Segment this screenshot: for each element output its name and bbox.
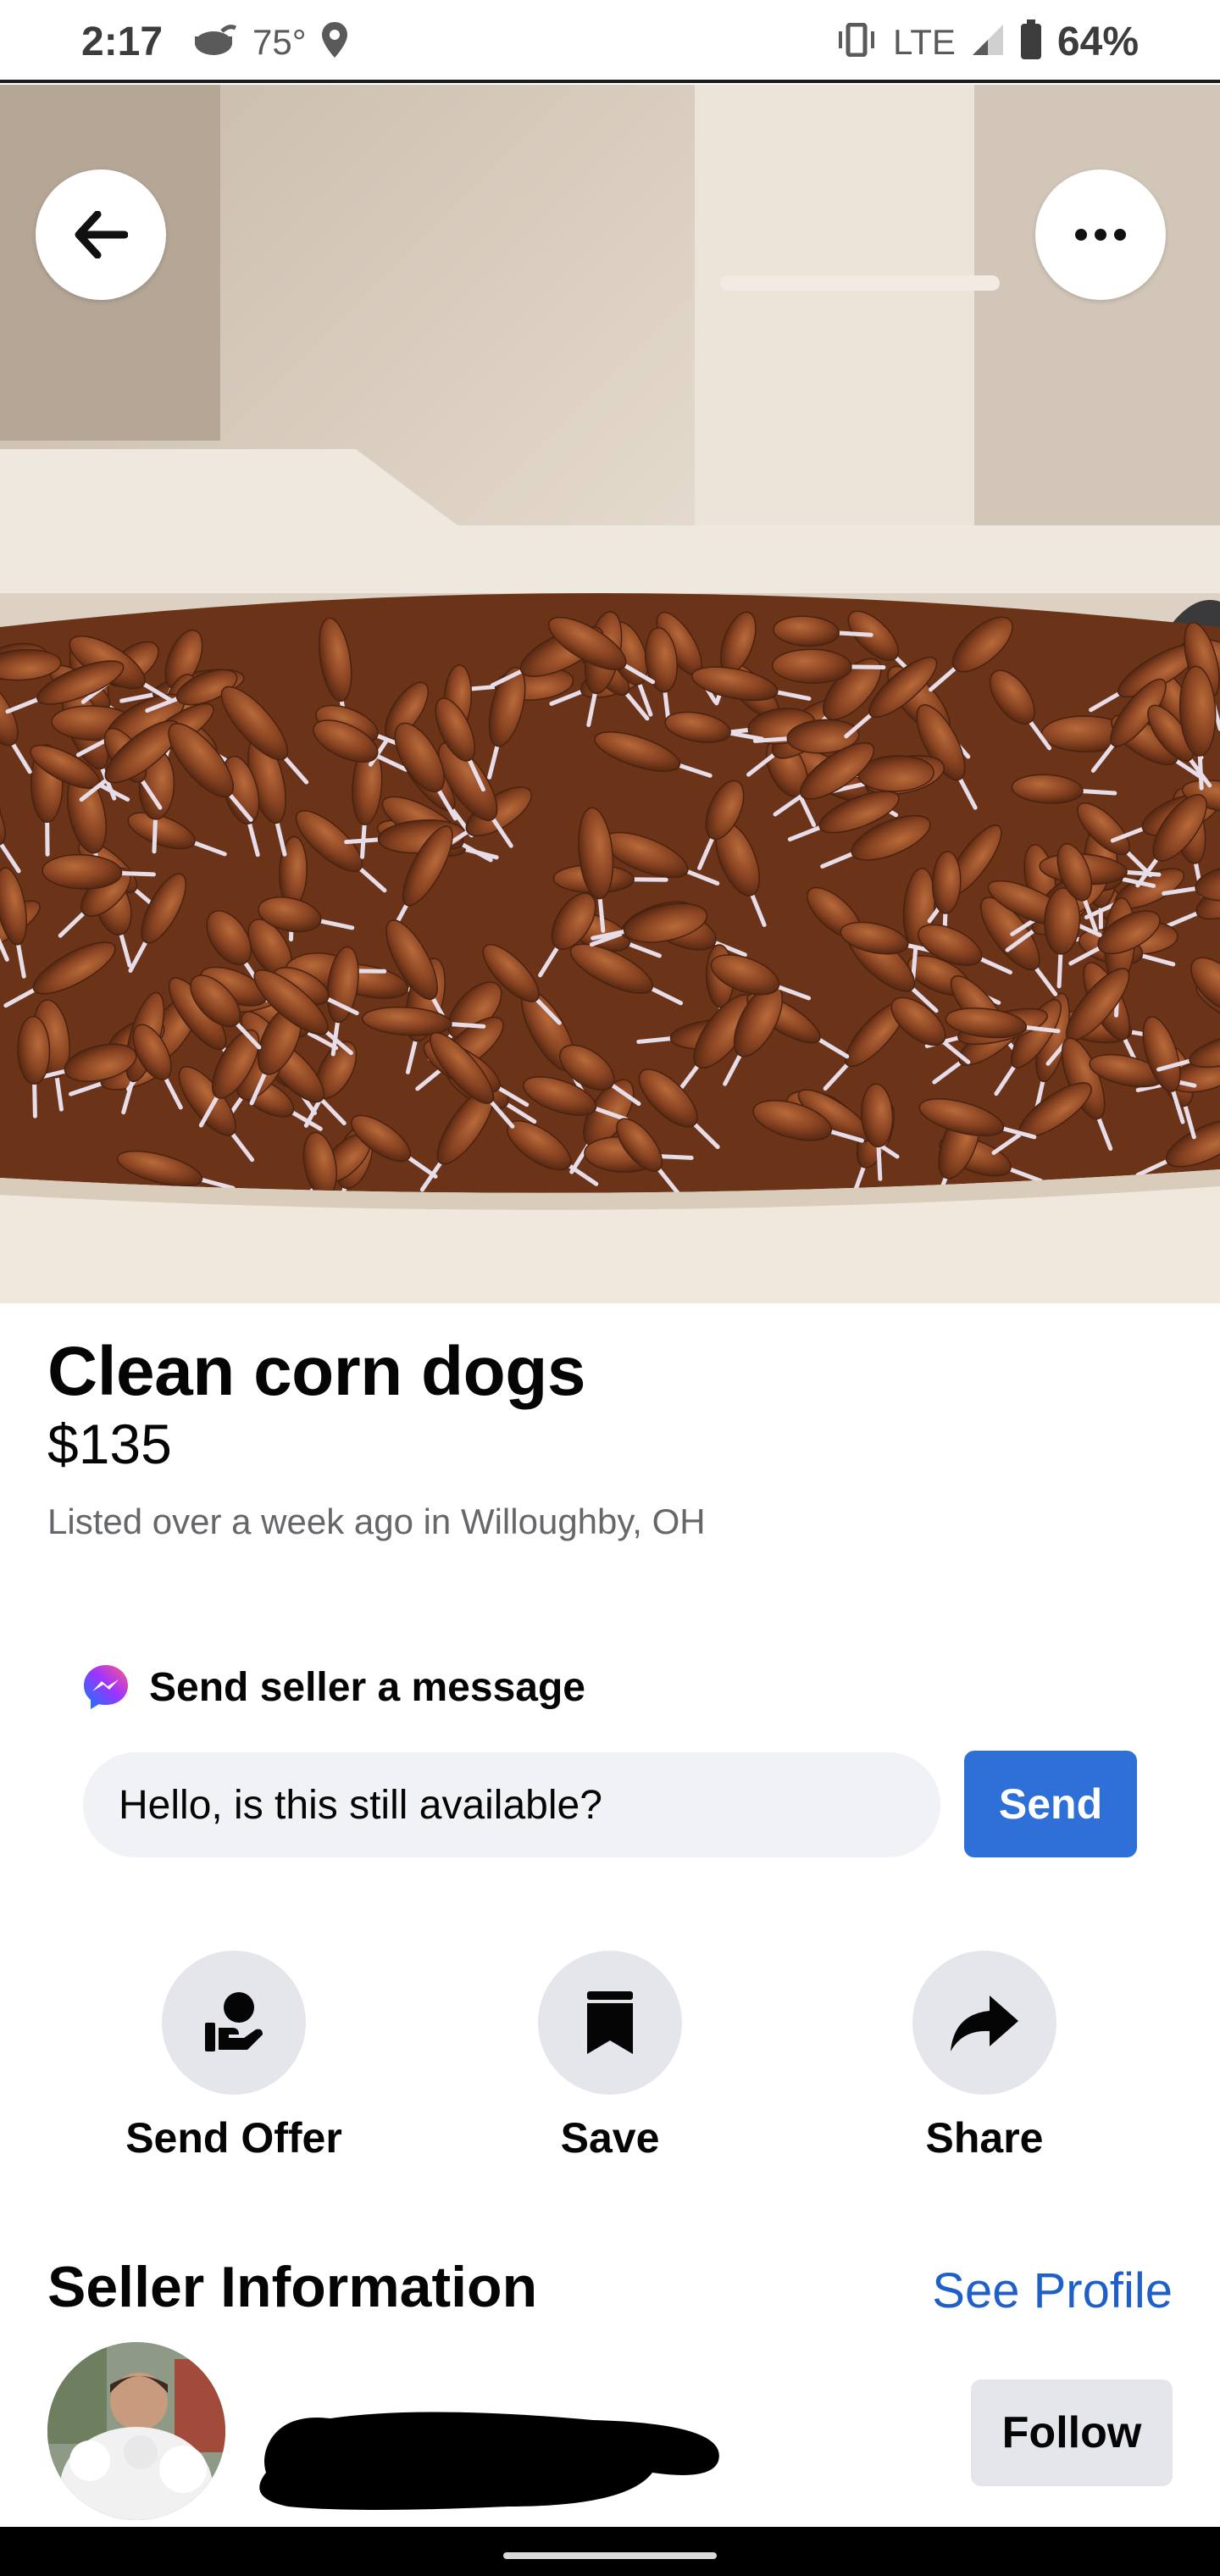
status-bar: 2:17 75° LTE 64% (0, 0, 1220, 83)
share-button[interactable] (912, 1951, 1056, 2095)
more-horizontal-icon (1075, 229, 1126, 241)
seller-section-title: Seller Information (47, 2255, 538, 2319)
status-battery: 64% (1056, 19, 1139, 64)
battery-icon (1020, 19, 1042, 64)
signal-icon (971, 23, 1005, 61)
status-temperature: 75° (252, 21, 307, 62)
share-label: Share (925, 2114, 1044, 2162)
share-arrow-icon (951, 1996, 1018, 2051)
send-offer-action[interactable]: Send Offer (115, 1951, 352, 2162)
send-offer-label: Send Offer (125, 2114, 342, 2162)
save-label: Save (560, 2114, 660, 2162)
status-network: LTE (893, 21, 956, 62)
weather-icon (191, 21, 239, 63)
status-left-icons: 75° (191, 20, 349, 64)
listing-title: Clean corn dogs (47, 1333, 585, 1410)
save-action[interactable]: Save (491, 1951, 729, 2162)
system-nav-bar (0, 2527, 1220, 2576)
share-action[interactable]: Share (866, 1951, 1103, 2162)
bookmark-icon (587, 1991, 633, 2054)
status-time: 2:17 (81, 19, 164, 64)
listing-photo[interactable] (0, 85, 1220, 1303)
message-header: Send seller a message (81, 1663, 585, 1712)
message-header-text: Send seller a message (149, 1664, 585, 1710)
arrow-left-icon (75, 211, 128, 258)
send-offer-icon (205, 1992, 263, 2051)
send-button[interactable]: Send (964, 1751, 1137, 1857)
vibrate-icon (835, 22, 878, 61)
listing-price: $135 (47, 1413, 172, 1475)
status-right-icons: LTE 64% (835, 19, 1139, 65)
listing-meta: Listed over a week ago in Willoughby, OH (47, 1502, 706, 1541)
back-button[interactable] (36, 169, 166, 300)
location-icon (320, 20, 349, 64)
corn-dogs-photo (0, 85, 1220, 1303)
home-gesture-handle[interactable] (503, 2552, 717, 2559)
message-input[interactable] (83, 1752, 940, 1857)
seller-name-redacted (254, 2379, 729, 2536)
send-offer-button[interactable] (162, 1951, 306, 2095)
seller-avatar[interactable] (47, 2342, 225, 2520)
follow-button[interactable]: Follow (971, 2379, 1173, 2486)
more-options-button[interactable] (1035, 169, 1166, 300)
messenger-icon (84, 1665, 128, 1709)
see-profile-link[interactable]: See Profile (932, 2262, 1173, 2319)
save-button[interactable] (538, 1951, 682, 2095)
